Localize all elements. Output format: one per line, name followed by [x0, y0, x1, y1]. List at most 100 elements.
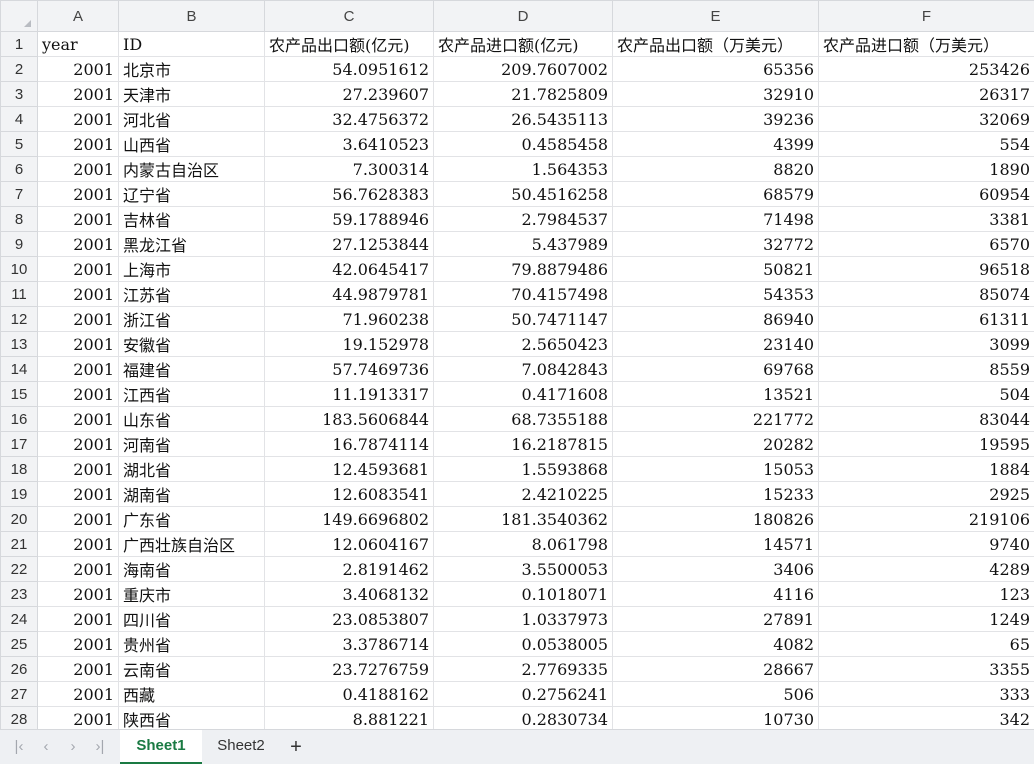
row-header[interactable]: 1: [0, 31, 38, 57]
cell-id[interactable]: 广西壮族自治区: [118, 531, 265, 557]
row-header[interactable]: 16: [0, 406, 38, 432]
cell-year[interactable]: 2001: [37, 506, 119, 532]
cell-export-usd[interactable]: 15053: [612, 456, 819, 482]
cell-export-usd[interactable]: 180826: [612, 506, 819, 532]
tab-sheet1[interactable]: Sheet1: [120, 730, 202, 764]
cell-header-import-cny[interactable]: 农产品进口额(亿元): [433, 31, 613, 57]
cell-export-usd[interactable]: 14571: [612, 531, 819, 557]
cell-header-export-cny[interactable]: 农产品出口额(亿元): [264, 31, 434, 57]
row-header[interactable]: 15: [0, 381, 38, 407]
column-header-e[interactable]: E: [612, 0, 819, 32]
cell-import-cny[interactable]: 50.4516258: [433, 181, 613, 207]
cell-import-usd[interactable]: 253426: [818, 56, 1034, 82]
cell-export-usd[interactable]: 27891: [612, 606, 819, 632]
cell-import-usd[interactable]: 61311: [818, 306, 1034, 332]
row-header[interactable]: 24: [0, 606, 38, 632]
cell-import-usd[interactable]: 96518: [818, 256, 1034, 282]
row-header[interactable]: 28: [0, 706, 38, 729]
cell-export-cny[interactable]: 11.1913317: [264, 381, 434, 407]
cell-year[interactable]: 2001: [37, 656, 119, 682]
cell-id[interactable]: 黑龙江省: [118, 231, 265, 257]
row-header[interactable]: 20: [0, 506, 38, 532]
cell-year[interactable]: 2001: [37, 181, 119, 207]
cell-import-cny[interactable]: 16.2187815: [433, 431, 613, 457]
cell-import-usd[interactable]: 504: [818, 381, 1034, 407]
cell-year[interactable]: 2001: [37, 206, 119, 232]
cell-year[interactable]: 2001: [37, 106, 119, 132]
cell-year[interactable]: 2001: [37, 281, 119, 307]
cell-import-cny[interactable]: 2.5650423: [433, 331, 613, 357]
row-header[interactable]: 21: [0, 531, 38, 557]
cell-year[interactable]: 2001: [37, 331, 119, 357]
last-sheet-icon[interactable]: ›|: [89, 736, 111, 758]
cell-import-cny[interactable]: 21.7825809: [433, 81, 613, 107]
cell-import-usd[interactable]: 26317: [818, 81, 1034, 107]
cell-export-cny[interactable]: 12.4593681: [264, 456, 434, 482]
cell-year[interactable]: 2001: [37, 231, 119, 257]
select-all-corner[interactable]: [0, 0, 38, 32]
cell-export-cny[interactable]: 71.960238: [264, 306, 434, 332]
cell-export-cny[interactable]: 183.5606844: [264, 406, 434, 432]
cell-id[interactable]: 天津市: [118, 81, 265, 107]
row-header[interactable]: 18: [0, 456, 38, 482]
cell-id[interactable]: 河南省: [118, 431, 265, 457]
row-header[interactable]: 26: [0, 656, 38, 682]
row-header[interactable]: 13: [0, 331, 38, 357]
row-header[interactable]: 6: [0, 156, 38, 182]
cell-import-cny[interactable]: 0.4171608: [433, 381, 613, 407]
cell-year[interactable]: 2001: [37, 356, 119, 382]
cell-import-cny[interactable]: 3.5500053: [433, 556, 613, 582]
cell-export-cny[interactable]: 2.8191462: [264, 556, 434, 582]
cell-export-usd[interactable]: 15233: [612, 481, 819, 507]
cell-export-usd[interactable]: 69768: [612, 356, 819, 382]
cell-year[interactable]: 2001: [37, 456, 119, 482]
cell-import-cny[interactable]: 50.7471147: [433, 306, 613, 332]
cell-export-usd[interactable]: 32910: [612, 81, 819, 107]
cell-year[interactable]: 2001: [37, 131, 119, 157]
cell-export-usd[interactable]: 86940: [612, 306, 819, 332]
cell-year[interactable]: 2001: [37, 306, 119, 332]
cell-export-cny[interactable]: 56.7628383: [264, 181, 434, 207]
cell-year[interactable]: 2001: [37, 406, 119, 432]
cell-export-cny[interactable]: 57.7469736: [264, 356, 434, 382]
cell-export-usd[interactable]: 221772: [612, 406, 819, 432]
column-header-f[interactable]: F: [818, 0, 1034, 32]
cell-header-export-usd[interactable]: 农产品出口额（万美元）: [612, 31, 819, 57]
cell-import-cny[interactable]: 2.7984537: [433, 206, 613, 232]
cell-import-cny[interactable]: 79.8879486: [433, 256, 613, 282]
cell-id[interactable]: 江苏省: [118, 281, 265, 307]
cell-id[interactable]: 重庆市: [118, 581, 265, 607]
cell-export-usd[interactable]: 50821: [612, 256, 819, 282]
cell-import-cny[interactable]: 5.437989: [433, 231, 613, 257]
cell-import-cny[interactable]: 209.7607002: [433, 56, 613, 82]
cell-year[interactable]: 2001: [37, 156, 119, 182]
row-header[interactable]: 11: [0, 281, 38, 307]
cell-id[interactable]: 贵州省: [118, 631, 265, 657]
cell-export-usd[interactable]: 28667: [612, 656, 819, 682]
cell-import-cny[interactable]: 1.5593868: [433, 456, 613, 482]
cell-import-usd[interactable]: 3099: [818, 331, 1034, 357]
cell-import-cny[interactable]: 2.7769335: [433, 656, 613, 682]
cell-export-cny[interactable]: 3.6410523: [264, 131, 434, 157]
cell-year[interactable]: 2001: [37, 531, 119, 557]
cell-id[interactable]: 辽宁省: [118, 181, 265, 207]
cell-export-usd[interactable]: 10730: [612, 706, 819, 729]
row-header[interactable]: 27: [0, 681, 38, 707]
cell-import-cny[interactable]: 68.7355188: [433, 406, 613, 432]
cell-import-usd[interactable]: 1890: [818, 156, 1034, 182]
cell-year[interactable]: 2001: [37, 56, 119, 82]
cell-import-cny[interactable]: 2.4210225: [433, 481, 613, 507]
cell-export-usd[interactable]: 4116: [612, 581, 819, 607]
cell-export-cny[interactable]: 54.0951612: [264, 56, 434, 82]
row-header[interactable]: 7: [0, 181, 38, 207]
row-header[interactable]: 8: [0, 206, 38, 232]
cell-export-usd[interactable]: 8820: [612, 156, 819, 182]
row-header[interactable]: 25: [0, 631, 38, 657]
cell-import-cny[interactable]: 1.564353: [433, 156, 613, 182]
add-sheet-icon[interactable]: +: [284, 734, 308, 760]
cell-id[interactable]: 山东省: [118, 406, 265, 432]
cell-import-usd[interactable]: 123: [818, 581, 1034, 607]
cell-id[interactable]: 山西省: [118, 131, 265, 157]
row-header[interactable]: 4: [0, 106, 38, 132]
row-header[interactable]: 3: [0, 81, 38, 107]
